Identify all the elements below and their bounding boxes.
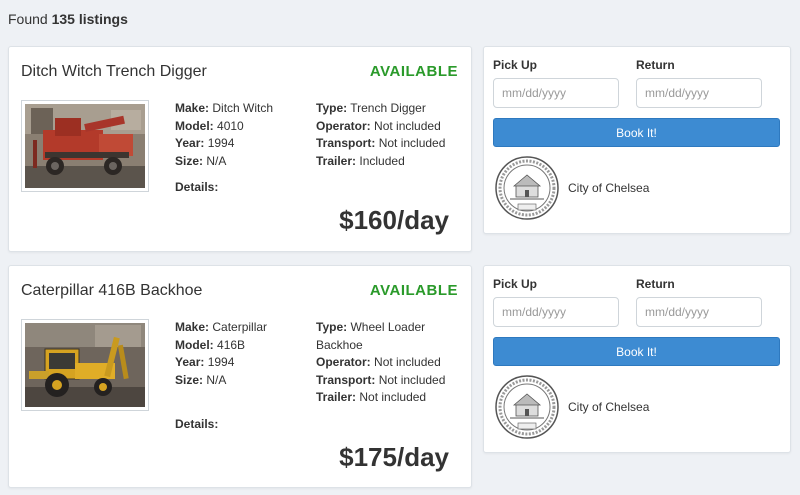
spec-label: Model: xyxy=(175,337,214,352)
results-count-value: 135 listings xyxy=(51,11,128,27)
spec-label: Make: xyxy=(175,101,210,115)
spec-value: Caterpillar xyxy=(212,320,268,334)
spec-value: 1994 xyxy=(207,136,235,150)
spec-label: Size: xyxy=(175,372,204,387)
book-button[interactable]: Book It! xyxy=(493,118,780,147)
listing-title[interactable]: Ditch Witch Trench Digger xyxy=(21,63,207,81)
status-badge: AVAILABLE xyxy=(369,282,458,299)
spec-value: Included xyxy=(359,153,405,168)
return-label: Return xyxy=(636,58,675,72)
pickup-date-input[interactable] xyxy=(493,297,619,327)
return-date-input[interactable] xyxy=(636,297,762,327)
spec-value: Not included xyxy=(359,390,427,404)
spec-label: Operator: xyxy=(316,118,371,133)
specs-left: Make: Ditch Witch Model: 4010 Year: 1994… xyxy=(175,100,273,170)
booking-card: Pick Up Return Book It! City of Chelsea xyxy=(483,265,791,453)
spec-size: Size: N/A xyxy=(175,372,267,390)
spec-label: Model: xyxy=(175,118,214,133)
spec-label: Year: xyxy=(175,136,205,150)
spec-trailer: Trailer: Included xyxy=(316,153,445,171)
spec-label: Year: xyxy=(175,355,205,369)
results-count: Found 135 listings xyxy=(8,11,128,27)
spec-value: Not included xyxy=(378,372,446,387)
book-button[interactable]: Book It! xyxy=(493,337,780,366)
specs-right: Type: Wheel Loader Backhoe Operator: Not… xyxy=(316,319,445,407)
price: $160/day xyxy=(339,205,449,235)
price: $175/day xyxy=(339,442,449,472)
spec-value: N/A xyxy=(206,153,227,168)
spec-value: Not included xyxy=(378,136,446,150)
spec-value: Not included xyxy=(374,355,441,369)
spec-label: Make: xyxy=(175,320,210,334)
spec-value: 1994 xyxy=(207,355,235,369)
status-badge: AVAILABLE xyxy=(369,63,458,80)
spec-type: Type: Wheel Loader xyxy=(316,319,445,337)
spec-label: Operator: xyxy=(316,355,371,369)
spec-transport: Transport: Not included xyxy=(316,135,445,153)
results-prefix: Found xyxy=(8,11,48,27)
spec-label: Type: xyxy=(316,101,348,115)
city-seal-icon xyxy=(494,155,560,221)
spec-label: Transport: xyxy=(316,372,376,387)
backhoe-photo-icon[interactable] xyxy=(21,319,149,411)
spec-operator: Operator: Not included xyxy=(316,354,445,372)
spec-value: 416B xyxy=(217,337,246,352)
spec-operator: Operator: Not included xyxy=(316,118,445,136)
specs-left: Make: Caterpillar Model: 416B Year: 1994… xyxy=(175,319,267,389)
listing-card: Caterpillar 416B Backhoe AVAILABLE Make:… xyxy=(8,265,472,488)
spec-trailer: Trailer: Not included xyxy=(316,389,445,407)
spec-label: Type: xyxy=(316,320,348,334)
spec-model: Model: 416B xyxy=(175,337,267,355)
spec-size: Size: N/A xyxy=(175,153,273,171)
booking-card: Pick Up Return Book It! City of Chelsea xyxy=(483,46,791,234)
city-seal-icon xyxy=(494,374,560,440)
details-label: Details: xyxy=(175,417,219,431)
details-label: Details: xyxy=(175,180,219,194)
owner-name[interactable]: City of Chelsea xyxy=(568,400,649,414)
spec-value: N/A xyxy=(206,372,227,387)
return-label: Return xyxy=(636,277,675,291)
spec-value: Backhoe xyxy=(316,337,363,352)
spec-value: Not included xyxy=(374,118,441,133)
spec-transport: Transport: Not included xyxy=(316,372,445,390)
spec-value: Ditch Witch xyxy=(212,101,274,115)
spec-label: Trailer: xyxy=(316,153,357,168)
spec-year: Year: 1994 xyxy=(175,135,273,153)
spec-label: Transport: xyxy=(316,136,376,150)
spec-model: Model: 4010 xyxy=(175,118,273,136)
pickup-label: Pick Up xyxy=(493,58,538,72)
spec-value: 4010 xyxy=(217,118,244,133)
specs-right: Type: Trench Digger Operator: Not includ… xyxy=(316,100,445,170)
spec-label: Trailer: xyxy=(316,390,357,404)
spec-label: Size: xyxy=(175,153,204,168)
return-date-input[interactable] xyxy=(636,78,762,108)
listing-card: Ditch Witch Trench Digger AVAILABLE Make… xyxy=(8,46,472,252)
spec-type: Type: Trench Digger xyxy=(316,100,445,118)
trencher-photo-icon[interactable] xyxy=(21,100,149,192)
listing-title[interactable]: Caterpillar 416B Backhoe xyxy=(21,282,202,300)
owner-name[interactable]: City of Chelsea xyxy=(568,181,649,195)
pickup-label: Pick Up xyxy=(493,277,538,291)
spec-value: Wheel Loader xyxy=(350,320,426,334)
spec-make: Make: Ditch Witch xyxy=(175,100,273,118)
spec-type-continued: Backhoe xyxy=(316,337,445,355)
spec-year: Year: 1994 xyxy=(175,354,267,372)
spec-make: Make: Caterpillar xyxy=(175,319,267,337)
pickup-date-input[interactable] xyxy=(493,78,619,108)
spec-value: Trench Digger xyxy=(350,101,426,115)
